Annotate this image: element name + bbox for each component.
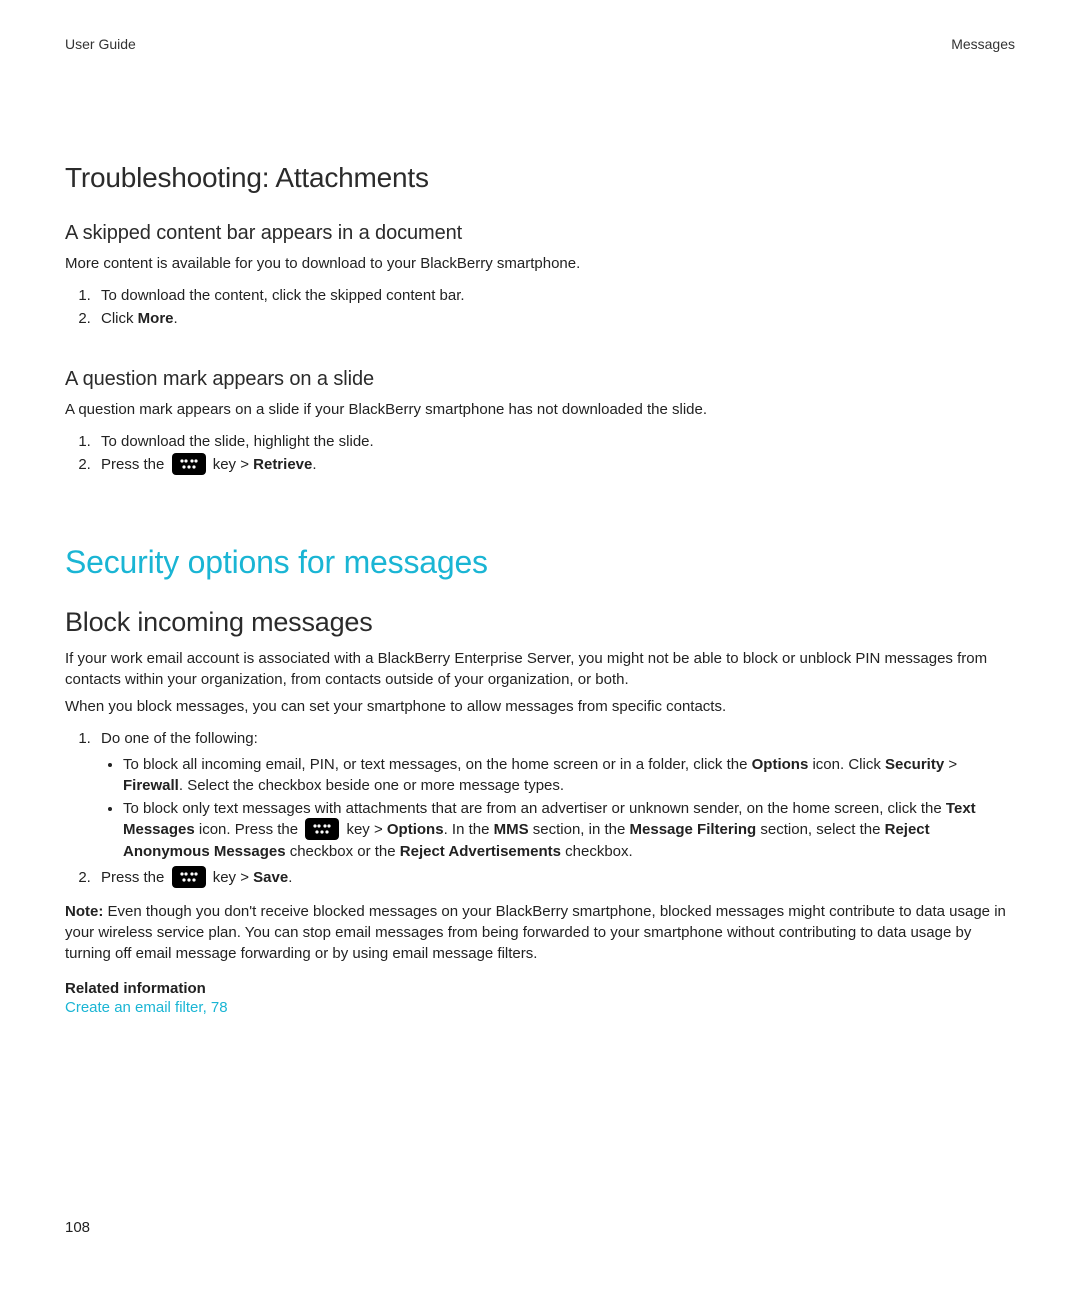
page-number: 108 bbox=[65, 1219, 90, 1236]
block-bullet-1: To block all incoming email, PIN, or tex… bbox=[123, 754, 1015, 796]
question-intro: A question mark appears on a slide if yo… bbox=[65, 399, 1015, 420]
heading-question-mark: A question mark appears on a slide bbox=[65, 368, 1015, 391]
block-bullet-2: To block only text messages with attachm… bbox=[123, 798, 1015, 862]
block-note: Note: Even though you don't receive bloc… bbox=[65, 901, 1015, 964]
block-intro-2: When you block messages, you can set you… bbox=[65, 696, 1015, 717]
skipped-step-2: Click More. bbox=[95, 307, 1015, 330]
header-left: User Guide bbox=[65, 36, 136, 52]
heading-skipped-content: A skipped content bar appears in a docum… bbox=[65, 222, 1015, 245]
header-right: Messages bbox=[951, 36, 1015, 52]
bb-menu-key-icon bbox=[172, 866, 206, 888]
skipped-intro: More content is available for you to dow… bbox=[65, 253, 1015, 274]
skipped-step-1: To download the content, click the skipp… bbox=[95, 284, 1015, 307]
block-sub-bullets: To block all incoming email, PIN, or tex… bbox=[101, 754, 1015, 862]
block-intro-1: If your work email account is associated… bbox=[65, 648, 1015, 690]
block-step-1: Do one of the following: To block all in… bbox=[95, 727, 1015, 862]
block-steps: Do one of the following: To block all in… bbox=[65, 727, 1015, 889]
link-create-email-filter[interactable]: Create an email filter, 78 bbox=[65, 999, 1015, 1016]
section-troubleshooting-title: Troubleshooting: Attachments bbox=[65, 162, 1015, 194]
page-header: User Guide Messages bbox=[65, 36, 1015, 52]
bb-menu-key-icon bbox=[305, 818, 339, 840]
skipped-steps: To download the content, click the skipp… bbox=[65, 284, 1015, 330]
heading-block-incoming: Block incoming messages bbox=[65, 607, 1015, 638]
bb-menu-key-icon bbox=[172, 453, 206, 475]
question-step-1: To download the slide, highlight the sli… bbox=[95, 430, 1015, 453]
question-steps: To download the slide, highlight the sli… bbox=[65, 430, 1015, 476]
related-information-label: Related information bbox=[65, 980, 1015, 997]
question-step-2: Press the key > Retrieve. bbox=[95, 453, 1015, 476]
section-security-options-title: Security options for messages bbox=[65, 544, 1015, 581]
block-step-2: Press the key > Save. bbox=[95, 866, 1015, 889]
